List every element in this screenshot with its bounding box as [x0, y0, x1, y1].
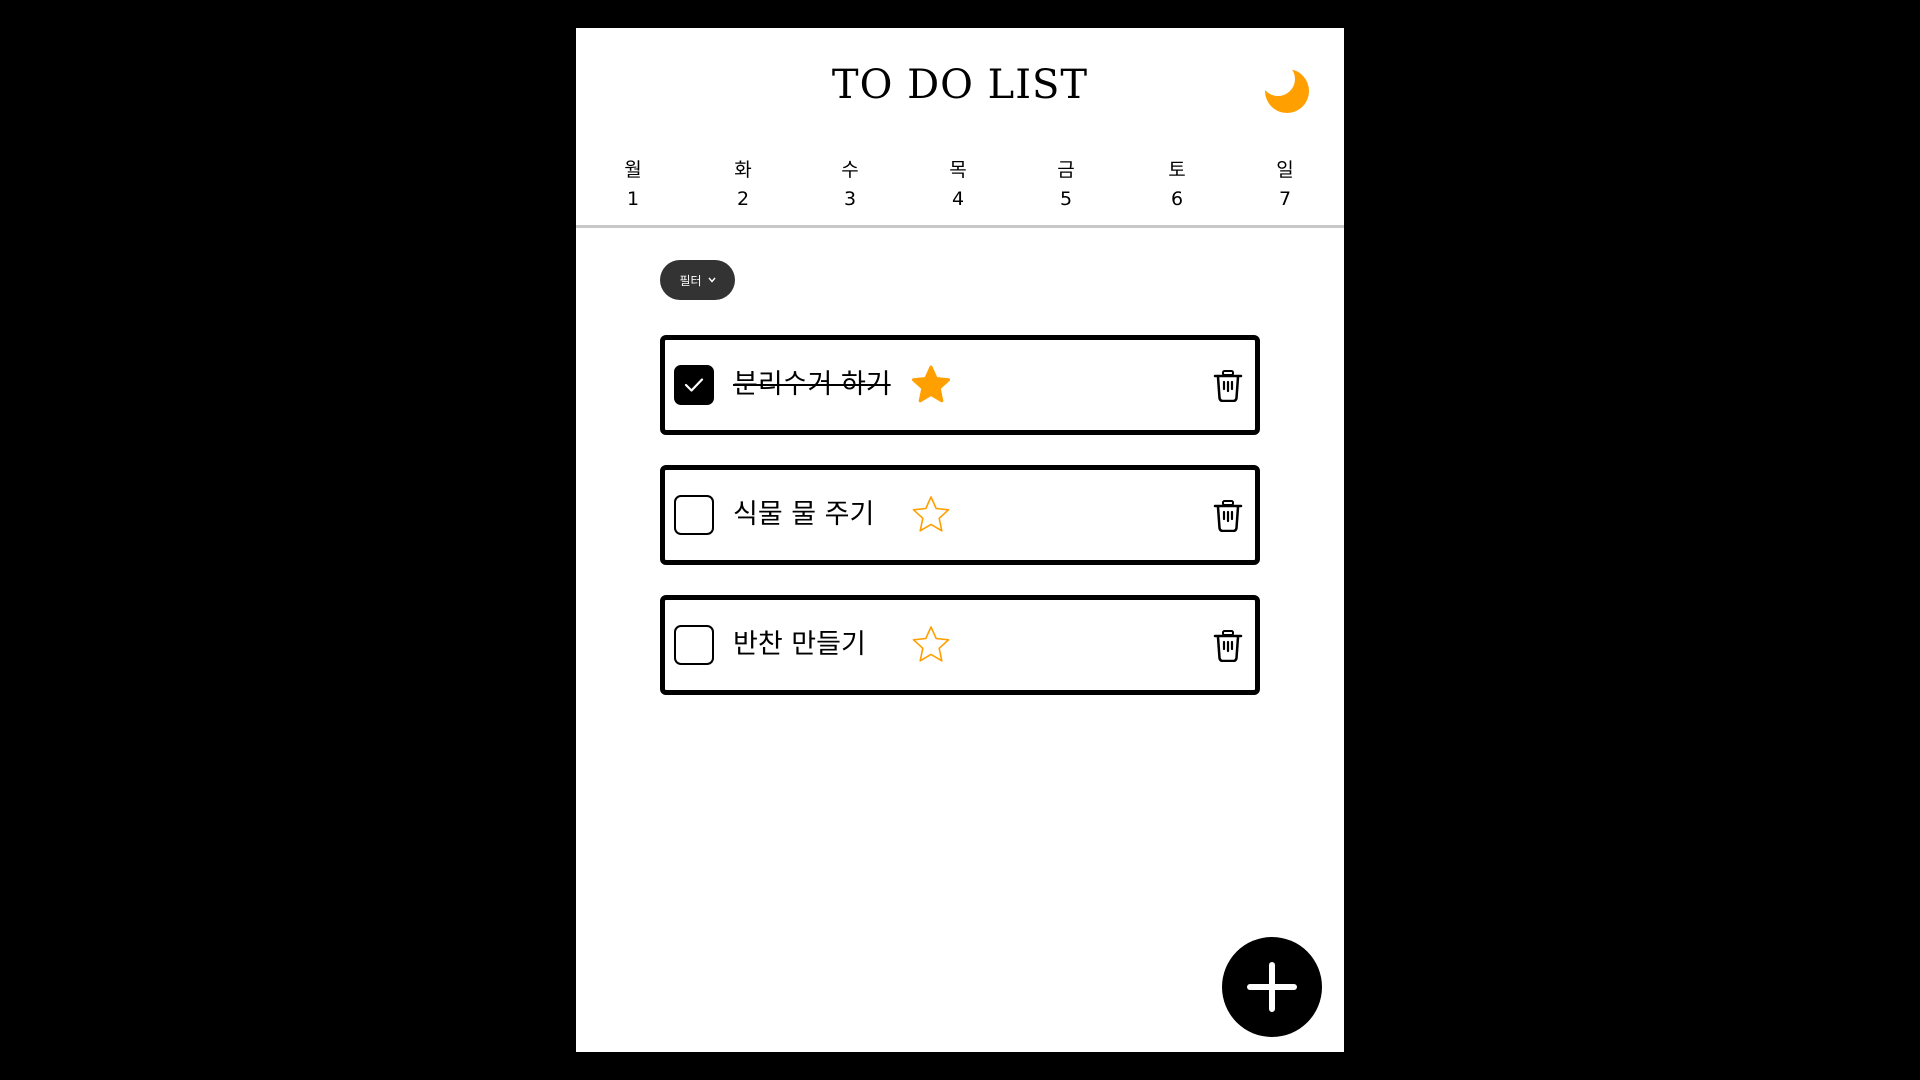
day-date: 4: [951, 188, 965, 210]
day-fri[interactable]: 금 5: [1036, 156, 1096, 214]
day-sat[interactable]: 토 6: [1147, 156, 1207, 214]
filter-label: 필터: [679, 273, 702, 288]
todo-item: 반찬 만들기: [660, 595, 1260, 695]
day-date: 1: [626, 188, 640, 210]
todo-text: 분리수거 하기: [733, 369, 891, 400]
app-panel: TO DO LIST 월 1 화 2 수 3 목 4 금 5 토 6 일 7 필…: [576, 28, 1344, 1052]
day-thu[interactable]: 목 4: [928, 156, 988, 214]
trash-icon[interactable]: [1213, 500, 1243, 532]
day-name: 수: [841, 159, 859, 181]
plus-icon: [1247, 962, 1297, 1012]
todo-checkbox[interactable]: [674, 365, 714, 405]
star-outline-icon[interactable]: [910, 494, 952, 536]
trash-icon[interactable]: [1213, 630, 1243, 662]
moon-icon: [1261, 62, 1309, 113]
day-tue[interactable]: 화 2: [713, 156, 773, 214]
day-name: 월: [624, 159, 642, 181]
day-sun[interactable]: 일 7: [1255, 156, 1315, 214]
day-wed[interactable]: 수 3: [820, 156, 880, 214]
star-filled-icon[interactable]: [910, 364, 952, 406]
day-name: 일: [1276, 159, 1294, 181]
todo-checkbox[interactable]: [674, 495, 714, 535]
day-date: 3: [843, 188, 857, 210]
day-date: 5: [1059, 188, 1073, 210]
checkmark-icon: [684, 378, 704, 392]
filter-button[interactable]: 필터: [660, 260, 735, 300]
day-name: 목: [949, 159, 967, 181]
todo-item: 분리수거 하기: [660, 335, 1260, 435]
day-date: 6: [1170, 188, 1184, 210]
todo-text: 반찬 만들기: [733, 629, 866, 660]
todo-checkbox[interactable]: [674, 625, 714, 665]
day-date: 2: [736, 188, 750, 210]
header: TO DO LIST 월 1 화 2 수 3 목 4 금 5 토 6 일 7: [576, 28, 1344, 228]
day-name: 금: [1057, 159, 1075, 181]
dark-mode-toggle[interactable]: [1261, 62, 1312, 116]
day-name: 토: [1168, 159, 1186, 181]
page-title: TO DO LIST: [831, 62, 1089, 108]
week-selector: 월 1 화 2 수 3 목 4 금 5 토 6 일 7: [576, 156, 1344, 216]
day-name: 화: [734, 159, 752, 181]
star-outline-icon[interactable]: [910, 624, 952, 666]
trash-icon[interactable]: [1213, 370, 1243, 402]
add-todo-button[interactable]: [1222, 937, 1322, 1037]
day-mon[interactable]: 월 1: [603, 156, 663, 214]
day-date: 7: [1278, 188, 1292, 210]
todo-item: 식물 물 주기: [660, 465, 1260, 565]
chevron-down-icon: [708, 277, 716, 283]
todo-text: 식물 물 주기: [733, 499, 875, 530]
